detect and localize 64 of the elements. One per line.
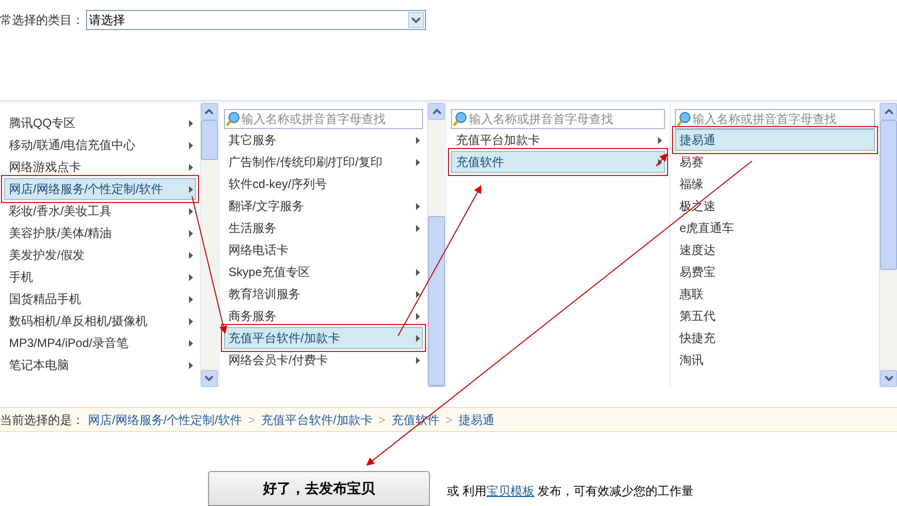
category-item[interactable]: 福缘	[674, 173, 875, 195]
category-item[interactable]: 充值平台软件/加款卡	[224, 327, 424, 349]
category-item[interactable]: 网络会员卡/付费卡	[224, 349, 424, 371]
scroll-down-icon	[884, 376, 892, 381]
category-item[interactable]: 美容护肤/美体/精油	[4, 222, 196, 244]
breadcrumb-label: 当前选择的是：	[0, 412, 84, 428]
breadcrumb-link[interactable]: 捷易通	[458, 410, 494, 428]
category-item[interactable]: 商务服务	[224, 305, 424, 327]
category-item[interactable]: 教育培训服务	[224, 283, 424, 305]
breadcrumb-separator: >	[445, 412, 452, 428]
category-item[interactable]: 网络游戏点卡	[4, 156, 196, 178]
scrollbar[interactable]	[200, 103, 218, 387]
scroll-down-icon	[205, 376, 214, 381]
category-item[interactable]: 网店/网络服务/个性定制/软件	[4, 178, 196, 200]
category-item[interactable]: 速度达	[674, 239, 875, 261]
breadcrumb-separator: >	[248, 412, 256, 428]
category-item[interactable]: 数码相机/单反相机/摄像机	[4, 310, 196, 332]
scroll-up-icon	[884, 109, 892, 114]
scroll-up-icon	[205, 109, 214, 114]
category-item[interactable]: 生活服务	[224, 217, 424, 239]
scrollbar[interactable]	[427, 103, 446, 387]
category-item[interactable]: 易赛	[674, 151, 875, 173]
category-item[interactable]: 笔记本电脑	[4, 354, 196, 376]
category-item[interactable]: MP3/MP4/iPod/录音笔	[4, 332, 196, 354]
scroll-thumb[interactable]	[880, 120, 897, 270]
category-item[interactable]: 充值平台加款卡	[451, 129, 665, 151]
search-field[interactable]: 输入名称或拼音首字母查找	[674, 109, 875, 129]
search-icon	[224, 111, 241, 127]
scroll-thumb[interactable]	[428, 216, 446, 386]
category-item[interactable]: 软件cd-key/序列号	[224, 173, 424, 195]
category-item[interactable]: 腾讯QQ专区	[4, 112, 196, 134]
category-item[interactable]: 其它服务	[224, 129, 424, 151]
footer-note: 或 利用宝贝模板 发布，可有效减少您的工作量	[447, 483, 694, 500]
category-item[interactable]: 网络电话卡	[224, 239, 424, 261]
category-item[interactable]: 充值软件	[451, 151, 665, 173]
scrollbar[interactable]	[879, 103, 897, 387]
search-icon	[452, 111, 468, 127]
category-item[interactable]: Skype充值专区	[224, 261, 424, 283]
scroll-up-icon	[432, 109, 441, 114]
search-icon	[676, 111, 692, 127]
category-item[interactable]: 捷易通	[674, 129, 875, 151]
breadcrumb-separator: >	[378, 412, 386, 428]
search-field[interactable]: 输入名称或拼音首字母查找	[224, 109, 424, 129]
search-field[interactable]: 输入名称或拼音首字母查找	[451, 109, 665, 129]
category-item[interactable]: 广告制作/传统印刷/打印/复印	[224, 151, 424, 173]
category-item[interactable]: 惠联	[674, 283, 875, 305]
category-item[interactable]: 美发护发/假发	[4, 244, 196, 266]
category-item[interactable]: e虎直通车	[674, 217, 875, 239]
category-item[interactable]: 易费宝	[674, 261, 875, 283]
category-item[interactable]: 第五代	[674, 305, 875, 327]
breadcrumb-link[interactable]: 网店/网络服务/个性定制/软件	[88, 410, 242, 428]
category-item[interactable]: 国货精品手机	[4, 288, 196, 310]
category-item[interactable]: 翻译/文字服务	[224, 195, 424, 217]
category-label: 常选择的类目：	[0, 12, 84, 29]
category-item[interactable]: 淘讯	[674, 349, 875, 371]
category-item[interactable]: 手机	[4, 266, 196, 288]
breadcrumb-link[interactable]: 充值平台软件/加款卡	[261, 410, 372, 428]
template-link[interactable]: 宝贝模板	[486, 484, 534, 498]
category-item[interactable]: 移动/联通/电信充值中心	[4, 134, 196, 156]
scroll-thumb[interactable]	[200, 120, 218, 160]
category-item[interactable]: 彩妆/香水/美妆工具	[4, 200, 196, 222]
category-select[interactable]: 请选择	[86, 10, 426, 30]
category-item[interactable]: 快捷充	[674, 327, 875, 349]
publish-button[interactable]: 好了，去发布宝贝	[208, 471, 430, 506]
